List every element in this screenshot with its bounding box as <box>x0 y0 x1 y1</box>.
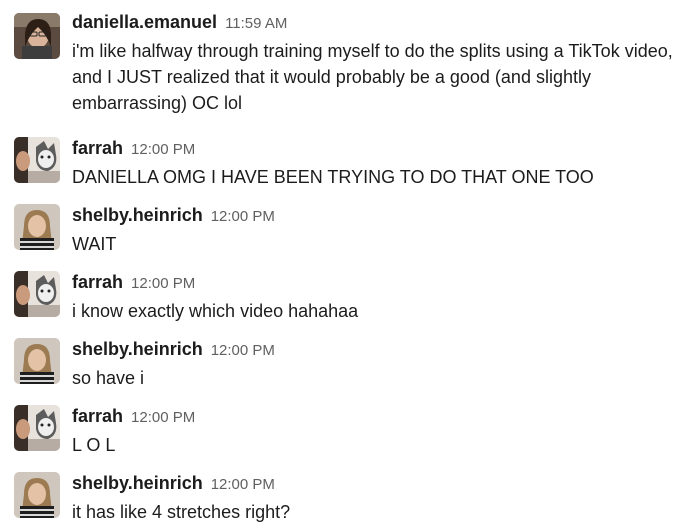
author-name[interactable]: farrah <box>72 272 123 292</box>
author-name[interactable]: shelby.heinrich <box>72 473 203 493</box>
message-header: farrah 12:00 PM <box>72 137 195 161</box>
shelby-avatar[interactable] <box>14 338 60 384</box>
timestamp[interactable]: 12:00 PM <box>131 141 195 158</box>
message-header: farrah 12:00 PM <box>72 405 195 429</box>
shelby-avatar[interactable] <box>14 204 60 250</box>
author-name[interactable]: farrah <box>72 138 123 158</box>
author-name[interactable]: shelby.heinrich <box>72 205 203 225</box>
timestamp[interactable]: 12:00 PM <box>131 409 195 426</box>
message-text: i'm like halfway through training myself… <box>72 41 673 113</box>
timestamp[interactable]: 12:00 PM <box>211 476 275 493</box>
author-name[interactable]: shelby.heinrich <box>72 339 203 359</box>
message-text: so have i <box>72 368 145 388</box>
author-name[interactable]: daniella.emanuel <box>72 12 217 32</box>
timestamp[interactable]: 12:00 PM <box>211 208 275 225</box>
message-header: shelby.heinrich 12:00 PM <box>72 338 275 362</box>
message-header: shelby.heinrich 12:00 PM <box>72 472 275 496</box>
message-text: DANIELLA OMG I HAVE BEEN TRYING TO DO TH… <box>72 167 594 187</box>
message-text: i know exactly which video hahahaa <box>72 301 359 321</box>
timestamp[interactable]: 12:00 PM <box>131 275 195 292</box>
daniella-avatar[interactable] <box>14 13 60 59</box>
farrah-avatar[interactable] <box>14 405 60 451</box>
farrah-avatar[interactable] <box>14 137 60 183</box>
message-header: farrah 12:00 PM <box>72 271 195 295</box>
message-text: it has like 4 stretches right? <box>72 502 291 522</box>
message-feed: daniella.emanuel 11:59 AM i'm like halfwa… <box>0 0 700 532</box>
author-name[interactable]: farrah <box>72 406 123 426</box>
farrah-avatar[interactable] <box>14 271 60 317</box>
message-header: daniella.emanuel 11:59 AM <box>72 11 287 35</box>
timestamp[interactable]: 11:59 AM <box>225 15 287 32</box>
message-header: shelby.heinrich 12:00 PM <box>72 204 275 228</box>
message-text: L O L <box>72 435 116 455</box>
timestamp[interactable]: 12:00 PM <box>211 342 275 359</box>
shelby-avatar[interactable] <box>14 472 60 518</box>
message-text: WAIT <box>72 234 117 254</box>
